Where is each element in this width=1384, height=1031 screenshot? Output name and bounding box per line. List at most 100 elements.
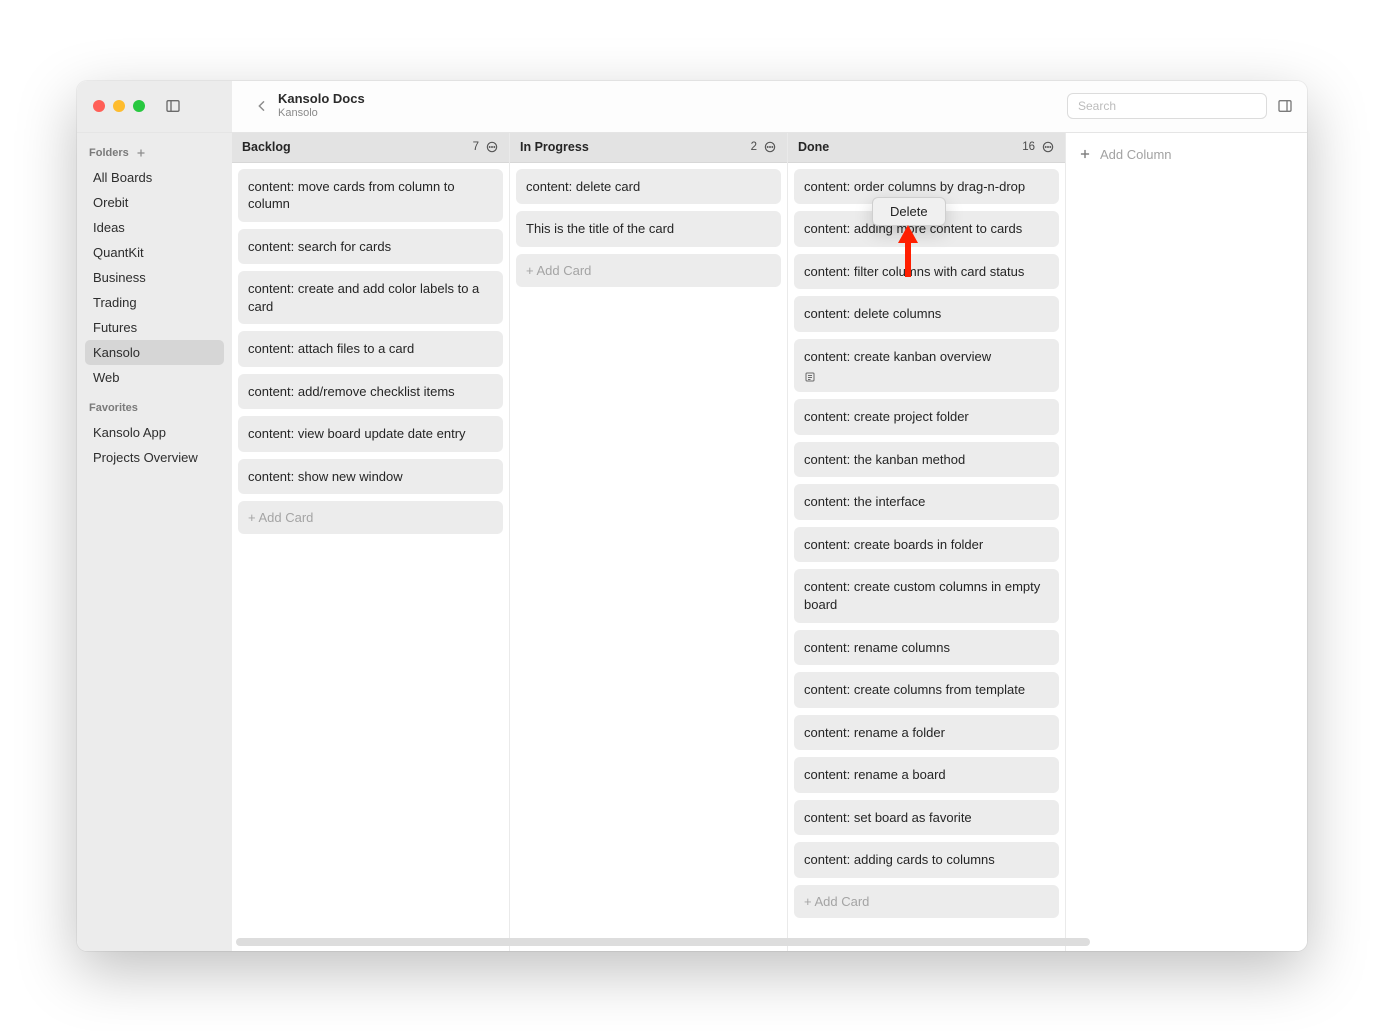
note-icon bbox=[804, 371, 1049, 383]
card[interactable]: content: the interface bbox=[794, 484, 1059, 520]
plus-icon bbox=[1078, 147, 1092, 161]
card[interactable]: content: add/remove checklist items bbox=[238, 374, 503, 410]
add-card-button[interactable]: + Add Card bbox=[794, 885, 1059, 918]
board-subtitle: Kansolo bbox=[278, 107, 365, 120]
card[interactable]: content: delete card bbox=[516, 169, 781, 205]
column-menu-icon[interactable] bbox=[763, 140, 777, 154]
title-block: Kansolo Docs Kansolo bbox=[278, 92, 365, 120]
titlebar: Kansolo Docs Kansolo bbox=[77, 81, 1307, 133]
add-column-button[interactable]: Add Column bbox=[1078, 147, 1254, 162]
sidebar-item[interactable]: Business bbox=[85, 265, 224, 290]
card-title: content: delete columns bbox=[804, 305, 1049, 323]
hscroll-thumb[interactable] bbox=[236, 938, 1090, 946]
card[interactable]: content: create custom columns in empty … bbox=[794, 569, 1059, 622]
card[interactable]: content: adding cards to columns bbox=[794, 842, 1059, 878]
hscroll-track bbox=[236, 938, 1303, 948]
sidebar-toggle-icon[interactable] bbox=[165, 98, 181, 114]
card-title: content: rename columns bbox=[804, 639, 1049, 657]
card[interactable]: content: attach files to a card bbox=[238, 331, 503, 367]
card-title: content: show new window bbox=[248, 468, 493, 486]
column-header[interactable]: Done16 bbox=[788, 133, 1065, 163]
inspector-toggle-icon[interactable] bbox=[1277, 98, 1293, 114]
columns-area[interactable]: Backlog 7 content: move cards from column … bbox=[232, 133, 1307, 951]
kanban-column: Done16 content: order columns by drag-n-d… bbox=[788, 133, 1066, 951]
add-card-button[interactable]: + Add Card bbox=[516, 254, 781, 287]
add-column-area: Add Column bbox=[1066, 133, 1266, 951]
card[interactable]: content: view board update date entry bbox=[238, 416, 503, 452]
app-window: Kansolo Docs Kansolo Folders All BoardsO… bbox=[77, 81, 1307, 951]
sidebar-item[interactable]: Web bbox=[85, 365, 224, 390]
sidebar-item[interactable]: Futures bbox=[85, 315, 224, 340]
card-title: content: order columns by drag-n-drop bbox=[804, 178, 1049, 196]
card[interactable]: content: set board as favorite bbox=[794, 800, 1059, 836]
back-button[interactable] bbox=[246, 98, 278, 114]
card-title: content: create boards in folder bbox=[804, 536, 1049, 554]
column-menu-icon[interactable] bbox=[485, 140, 499, 154]
minimize-window-button[interactable] bbox=[113, 100, 125, 112]
column-header[interactable]: In Progress2 bbox=[510, 133, 787, 163]
column-header[interactable]: Backlog 7 bbox=[232, 133, 509, 163]
search-input[interactable] bbox=[1067, 93, 1267, 119]
card-title: content: the kanban method bbox=[804, 451, 1049, 469]
titlebar-sidebar-zone bbox=[77, 81, 232, 132]
card-title: content: set board as favorite bbox=[804, 809, 1049, 827]
sidebar-folders-label: Folders bbox=[89, 147, 129, 159]
card[interactable]: content: rename a board bbox=[794, 757, 1059, 793]
card[interactable]: content: create project folder bbox=[794, 399, 1059, 435]
sidebar-item[interactable]: Kansolo bbox=[85, 340, 224, 365]
card-title: content: create columns from template bbox=[804, 681, 1049, 699]
card[interactable]: content: the kanban method bbox=[794, 442, 1059, 478]
window-controls bbox=[93, 100, 145, 112]
column-menu-icon[interactable] bbox=[1041, 140, 1055, 154]
add-folder-icon[interactable] bbox=[135, 147, 147, 159]
card[interactable]: content: rename a folder bbox=[794, 715, 1059, 751]
card[interactable]: content: show new window bbox=[238, 459, 503, 495]
fullscreen-window-button[interactable] bbox=[133, 100, 145, 112]
card-title: content: search for cards bbox=[248, 238, 493, 256]
add-card-button[interactable]: + Add Card bbox=[238, 501, 503, 534]
column-body: content: delete card This is the title of… bbox=[510, 163, 787, 951]
card-title: content: the interface bbox=[804, 493, 1049, 511]
titlebar-right bbox=[1067, 93, 1293, 119]
sidebar-item[interactable]: QuantKit bbox=[85, 240, 224, 265]
sidebar-item[interactable]: Ideas bbox=[85, 215, 224, 240]
sidebar-folders-header: Folders bbox=[85, 143, 224, 165]
sidebar-item[interactable]: All Boards bbox=[85, 165, 224, 190]
card-title: content: move cards from column to colum… bbox=[248, 178, 493, 213]
board-title: Kansolo Docs bbox=[278, 92, 365, 107]
context-menu[interactable]: Delete bbox=[872, 197, 946, 226]
card[interactable]: content: search for cards bbox=[238, 229, 503, 265]
card-title: content: create custom columns in empty … bbox=[804, 578, 1049, 613]
sidebar-item[interactable]: Orebit bbox=[85, 190, 224, 215]
sidebar-item[interactable]: Trading bbox=[85, 290, 224, 315]
card[interactable]: content: create columns from template bbox=[794, 672, 1059, 708]
card[interactable]: content: delete columns bbox=[794, 296, 1059, 332]
card[interactable]: content: filter columns with card status bbox=[794, 254, 1059, 290]
card[interactable]: content: rename columns bbox=[794, 630, 1059, 666]
card[interactable]: content: move cards from column to colum… bbox=[238, 169, 503, 222]
column-title: Backlog bbox=[242, 140, 291, 154]
sidebar-favorite-item[interactable]: Projects Overview bbox=[85, 445, 224, 470]
card-title: content: add/remove checklist items bbox=[248, 383, 493, 401]
kanban-column: In Progress2 content: delete card This is … bbox=[510, 133, 788, 951]
card[interactable]: content: create and add color labels to … bbox=[238, 271, 503, 324]
card[interactable]: content: create boards in folder bbox=[794, 527, 1059, 563]
body: Folders All BoardsOrebitIdeasQuantKitBus… bbox=[77, 133, 1307, 951]
close-window-button[interactable] bbox=[93, 100, 105, 112]
column-title: In Progress bbox=[520, 140, 589, 154]
titlebar-main-zone: Kansolo Docs Kansolo bbox=[232, 92, 1307, 120]
sidebar-favorite-item[interactable]: Kansolo App bbox=[85, 420, 224, 445]
card-title: content: adding cards to columns bbox=[804, 851, 1049, 869]
column-body: content: move cards from column to colum… bbox=[232, 163, 509, 951]
context-menu-delete[interactable]: Delete bbox=[876, 201, 942, 222]
card[interactable]: This is the title of the card bbox=[516, 211, 781, 247]
sidebar-favorites-header: Favorites bbox=[85, 390, 224, 420]
column-title: Done bbox=[798, 140, 829, 154]
card-title: content: delete card bbox=[526, 178, 771, 196]
column-count: 7 bbox=[473, 141, 485, 153]
card-title: content: filter columns with card status bbox=[804, 263, 1049, 281]
card[interactable]: content: create kanban overview bbox=[794, 339, 1059, 393]
sidebar: Folders All BoardsOrebitIdeasQuantKitBus… bbox=[77, 133, 232, 951]
card-title: content: create project folder bbox=[804, 408, 1049, 426]
card-title: content: view board update date entry bbox=[248, 425, 493, 443]
